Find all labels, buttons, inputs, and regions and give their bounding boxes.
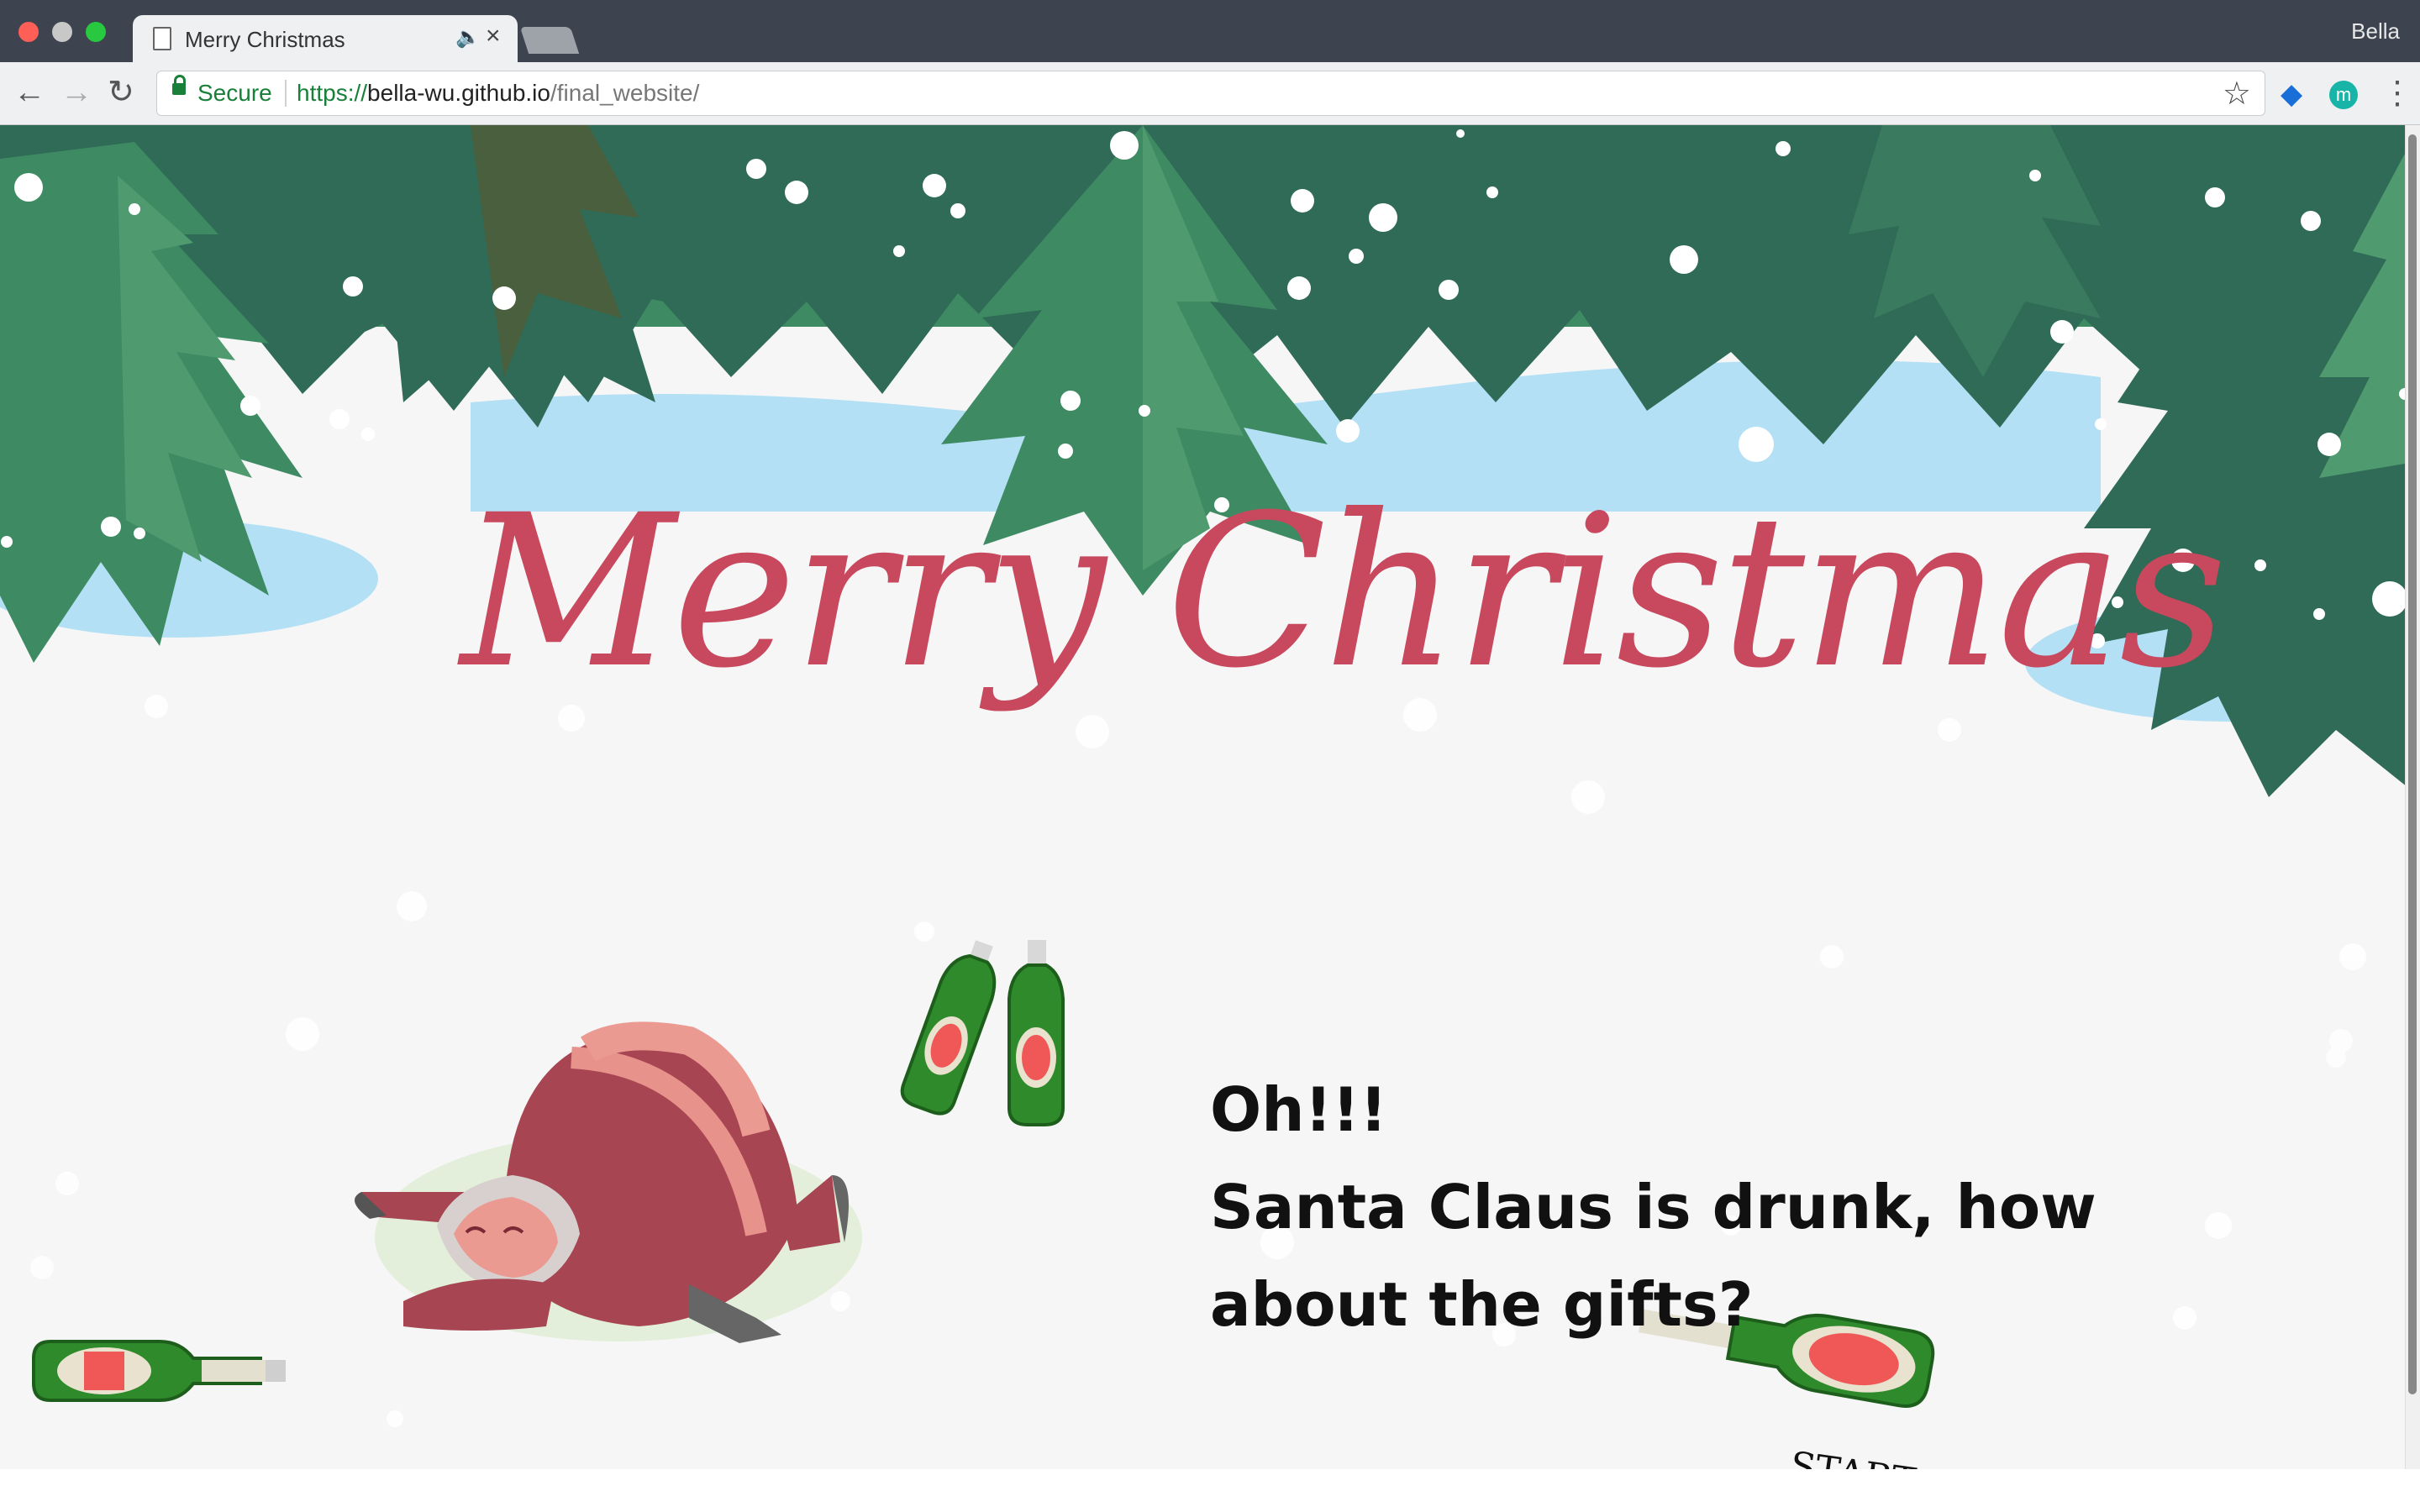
page-title: Merry Christmas [460, 470, 2228, 714]
bookmark-star-icon[interactable]: ☆ [2223, 75, 2251, 113]
browser-tab[interactable]: Merry Christmas 🔈 × [133, 15, 518, 62]
page-bottom-area [0, 1469, 2420, 1512]
more-menu-icon[interactable]: ⋮ [2381, 74, 2413, 112]
back-arrow-icon[interactable]: ← [13, 74, 45, 111]
url-host: bella-wu.github.io [367, 80, 550, 106]
close-tab-icon[interactable]: × [486, 22, 501, 50]
document-icon [153, 27, 171, 50]
url-scheme: https:// [297, 80, 368, 106]
close-window-button[interactable] [18, 22, 39, 42]
profile-name[interactable]: Bella [2351, 18, 2400, 45]
exclamation-text: Oh!!! [1210, 1074, 1387, 1145]
extension-m-icon[interactable]: m [2329, 81, 2358, 109]
maximize-window-button[interactable] [86, 22, 106, 42]
story-message: Oh!!! Santa Claus is drunk, how about th… [1210, 1061, 2302, 1353]
page-viewport: Merry Christmas Oh!!! Santa Claus is dru… [0, 125, 2420, 1469]
url-divider [285, 80, 287, 107]
secure-label: Secure [197, 80, 272, 106]
minimize-window-button[interactable] [52, 22, 72, 42]
address-bar[interactable]: Secure https://bella-wu.github.io/final_… [156, 71, 2265, 116]
new-tab-button[interactable] [519, 27, 580, 54]
santa-message: Santa Claus is drunk, how about the gift… [1210, 1172, 2096, 1340]
lying-bottle [32, 1340, 286, 1402]
drunk-santa-illustration [355, 1021, 862, 1343]
tab-title: Merry Christmas [185, 27, 345, 52]
standing-bottles [900, 940, 1065, 1126]
url-text[interactable]: https://bella-wu.github.io/final_website… [297, 80, 699, 107]
forward-arrow-icon[interactable]: → [60, 74, 92, 111]
speaker-icon[interactable]: 🔈 [455, 25, 481, 50]
scrollbar-thumb[interactable] [2408, 134, 2417, 1394]
url-path: /final_website/ [550, 80, 700, 106]
reload-icon[interactable]: ↻ [108, 74, 134, 111]
tab-bar: Merry Christmas 🔈 × Bella [0, 0, 2420, 62]
lock-icon [172, 75, 186, 95]
extension-diamond-icon[interactable]: ◆ [2281, 77, 2302, 111]
browser-toolbar: ← → ↻ Secure https://bella-wu.github.io/… [0, 62, 2420, 125]
